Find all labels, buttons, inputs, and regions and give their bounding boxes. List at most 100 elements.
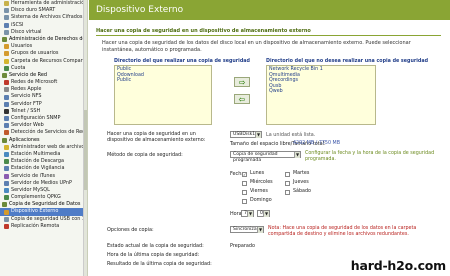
sidebar-item-label: Administrador web de archivos [11,143,87,150]
list-item[interactable]: Public [117,78,209,84]
options-select[interactable]: Sincronizar ▼ [230,226,264,233]
sidebar-item[interactable]: iSCSI [0,22,87,29]
menu-item-icon [4,80,9,86]
minute-select[interactable]: 0 ▼ [257,210,270,217]
menu-item-icon [4,108,9,114]
method-select[interactable]: Copia de seguridad programada ▼ [230,151,301,163]
sidebar-item[interactable]: Usuarios [0,43,87,50]
sidebar-item[interactable]: Estación de Vigilancia [0,165,87,172]
excluded-dirs-label: Directorio del que no desea realizar una… [266,59,429,64]
day-checkbox[interactable] [285,171,290,177]
menu-item-icon [4,152,9,158]
status-value: Preparado [230,243,255,249]
folder-icon [2,72,7,78]
sidebar-item[interactable]: Servicio de Red [0,72,87,79]
menu-item-icon [4,123,9,129]
sidebar-item[interactable]: Aplicaciones [0,137,87,144]
sidebar-item[interactable]: Detección de Servicios de Red [0,129,87,136]
chevron-down-icon: ▼ [257,227,263,233]
options-note: Nota: Hace una copia de seguridad de los… [268,226,417,237]
sidebar-item[interactable]: Grupos de usuarios [0,50,87,57]
sidebar-scrollbar[interactable] [83,0,87,276]
sidebar-item[interactable]: Disco virtual [0,29,87,36]
sidebar-item[interactable]: Carpeta de Recursos Compartidos [0,58,87,65]
sidebar-item[interactable]: Sistema de Archivos Cifrados [0,14,87,21]
day-label: Martes [293,171,310,176]
sidebar-item-label: Redes Apple [11,86,42,93]
sidebar-item[interactable]: Copia de seguridad USB con 1 toque [0,216,87,223]
status-label: Estado actual de la copia de seguridad: [107,243,204,249]
menu-item-icon [4,15,9,21]
menu-item-icon [4,173,9,179]
excluded-dirs-list[interactable]: Network Recycle Bin 1 Qmultimedia Qrecordi… [266,65,376,125]
sidebar-nav: Herramienta de administración Disco duro … [0,0,88,276]
day-label: Sábado [293,189,311,194]
menu-item-icon [4,44,9,50]
menu-item-icon [4,29,9,35]
day-checkbox[interactable]: ✓ [242,171,247,177]
move-left-button[interactable]: ⇦ [234,94,250,104]
sidebar-item-label: Telnet / SSH [11,107,41,114]
menu-item-icon [4,209,9,215]
menu-item-icon [4,144,9,150]
day-checkbox[interactable] [242,180,247,186]
sidebar-item[interactable]: Dispositivo Externo [0,208,87,216]
day-label: Miércoles [250,180,273,185]
hour-select[interactable]: 7 ▼ [241,210,254,217]
menu-item-icon [4,116,9,122]
watermark-logo: hard-h2o.com [350,258,446,273]
day-label: Domingo [250,198,272,203]
sidebar-item-label: Cuota [11,64,26,71]
day-checkbox[interactable] [285,180,290,186]
sidebar-item[interactable]: Administración de Derechos de Acceso [0,36,87,43]
menu-item-icon [4,65,9,71]
sidebar-item[interactable]: Redes Apple [0,86,87,93]
sidebar-item-label: Usuarios [11,43,33,50]
backup-dirs-list[interactable]: Public Qdownload Public [114,65,212,125]
backup-dirs-label: Directorio del que realizar una copia de… [114,59,250,64]
size-value: 4292 MB / 7750 MB [293,141,340,146]
menu-item-icon [4,166,9,172]
sidebar-item[interactable]: Disco duro SMART [0,7,87,14]
sidebar-item[interactable]: Herramienta de administración [0,0,87,7]
sidebar-item[interactable]: Replicación Remota [0,223,87,230]
sidebar-item[interactable]: Telnet / SSH [0,108,87,115]
chevron-down-icon: ▼ [255,132,261,138]
sidebar-item-label: Herramienta de administración [11,0,88,6]
menu-item-icon [4,58,9,64]
sidebar-item[interactable]: Servidor FTP [0,101,87,108]
sidebar-item[interactable]: Cuota [0,65,87,72]
sidebar-item[interactable]: Copia de Seguridad de Datos [0,201,87,208]
section-subtitle: Hacer una copia de seguridad en un dispo… [96,28,311,34]
day-checkbox[interactable] [242,189,247,195]
chevron-down-icon: ▼ [263,211,269,217]
device-select[interactable]: USBDisk1 ▼ [230,131,262,138]
sidebar-item-label: Servidor de Medios UPnP [11,179,72,186]
sidebar-item[interactable]: Configuración SNMP [0,115,87,122]
list-item[interactable]: Qweb [269,89,373,95]
menu-item-icon [4,180,9,186]
main-panel: Dispositivo Externo Hacer una copia de s… [89,0,450,276]
sidebar-item[interactable]: Administrador web de archivos [0,144,87,151]
day-label: Jueves [293,180,309,185]
menu-item-icon [4,51,9,57]
day-checkbox[interactable] [242,198,247,204]
day-label: Lunes [250,171,265,176]
sidebar-item[interactable]: Servicio de iTunes [0,173,87,180]
sidebar-item[interactable]: Complemento QPKG [0,194,87,201]
sidebar-item-label: Detección de Servicios de Red [11,129,86,136]
sidebar-item[interactable]: Servicio NFS [0,93,87,100]
sidebar-item[interactable]: Servidor de Medios UPnP [0,180,87,187]
sidebar-item[interactable]: Servidor MySQL [0,187,87,194]
last-time-label: Hora de la última copia de seguridad: [107,252,200,258]
sidebar-item-label: Sistema de Archivos Cifrados [11,14,83,21]
menu-item-icon [4,223,9,229]
move-right-button[interactable]: ⇨ [234,77,250,87]
sidebar-item[interactable]: Redes de Microsoft [0,79,87,86]
page-description: Hacer una copia de seguridad de los dato… [102,40,411,53]
scrollbar-thumb[interactable] [84,110,87,190]
menu-item-icon [4,130,9,136]
day-checkbox[interactable] [285,189,290,195]
method-label: Método de copia de seguridad: [107,152,183,158]
sidebar-item-label: Carpeta de Recursos Compartidos [11,57,88,64]
